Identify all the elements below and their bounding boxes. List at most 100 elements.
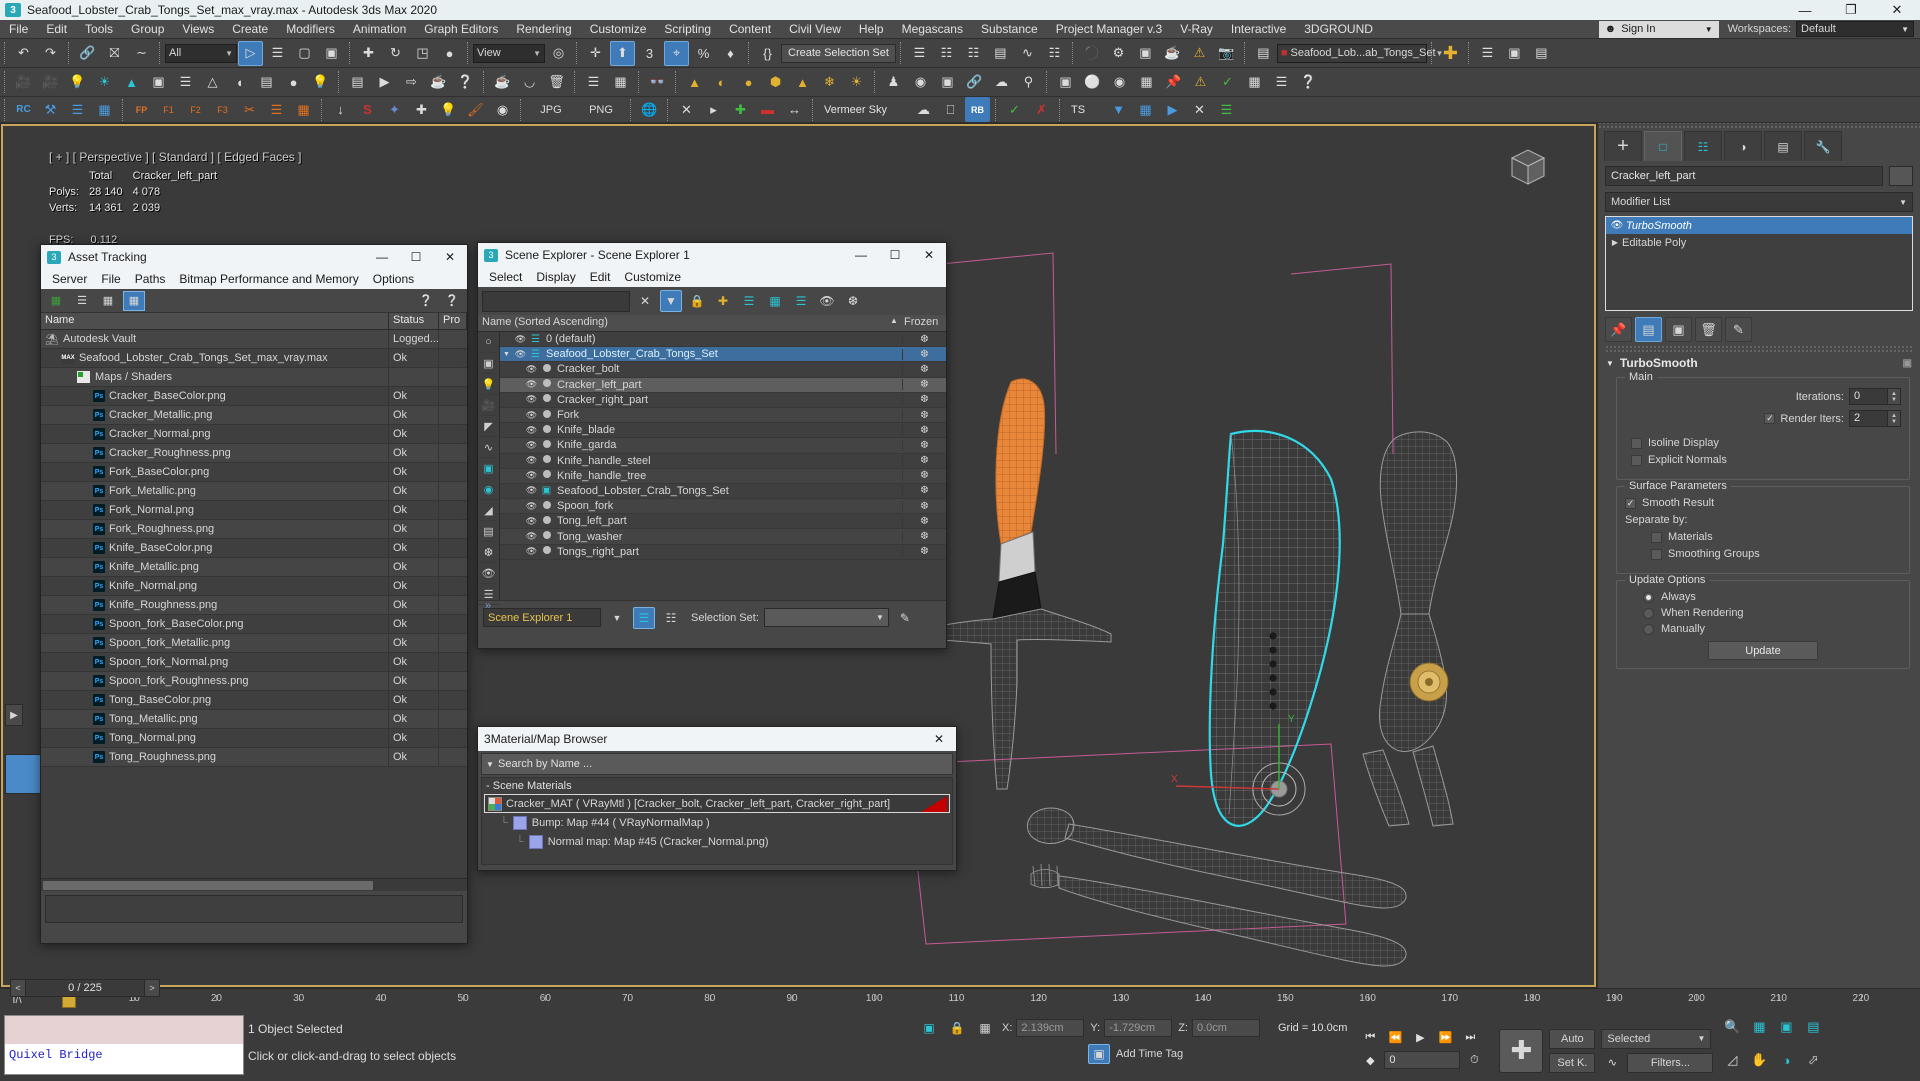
script-icon[interactable]: ▣: [1053, 70, 1078, 95]
rb-icon[interactable]: RB: [965, 97, 990, 122]
table-row[interactable]: Ps Fork_Normal.png Ok: [41, 500, 467, 520]
frozen-cell[interactable]: ❆: [902, 515, 946, 527]
update-option-manually[interactable]: Manually: [1625, 623, 1901, 635]
radio-icon[interactable]: [1643, 607, 1654, 619]
asset-name-cell[interactable]: Ps Cracker_Metallic.png: [41, 405, 389, 425]
material-row-cracker-mat[interactable]: Cracker_MAT ( VRayMtl ) [Cracker_bolt, C…: [484, 794, 950, 813]
table-row[interactable]: Ps Cracker_Roughness.png Ok: [41, 443, 467, 463]
pebble-icon[interactable]: ◉: [908, 70, 933, 95]
explicit-normals-checkbox[interactable]: [1631, 454, 1642, 466]
eye-icon[interactable]: 👁: [524, 440, 539, 451]
table-row[interactable]: Ps Spoon_fork_BaseColor.png Ok: [41, 614, 467, 634]
minimize-button[interactable]: —: [844, 243, 878, 267]
table-row[interactable]: Ps Knife_Normal.png Ok: [41, 576, 467, 596]
menu-rendering[interactable]: Rendering: [507, 20, 580, 39]
schematic-view-icon[interactable]: ☷: [1042, 41, 1067, 66]
vray-sphere-icon[interactable]: ●: [281, 70, 306, 95]
update-button[interactable]: Update: [1708, 641, 1818, 660]
spinner-arrows-icon[interactable]: ▲ ▼: [1887, 411, 1900, 426]
paint-icon[interactable]: 🖌: [463, 97, 488, 122]
sun-gold-icon[interactable]: ☀: [844, 70, 869, 95]
modify-tab[interactable]: □: [1644, 131, 1682, 161]
close-button[interactable]: ✕: [922, 727, 956, 751]
material-browser-tree[interactable]: - Scene Materials Cracker_MAT ( VRayMtl …: [481, 777, 953, 865]
edit-named-selection-sets-icon[interactable]: ♦: [718, 41, 743, 66]
asset-name-cell[interactable]: ⛱ Autodesk Vault: [41, 330, 389, 349]
workspaces-dropdown[interactable]: Default ▼: [1796, 21, 1914, 37]
list-item[interactable]: 👁 Tong_washer ❆: [500, 529, 946, 545]
hide-unhide-icon[interactable]: 👁: [816, 290, 838, 312]
asset-name-cell[interactable]: Ps Spoon_fork_BaseColor.png: [41, 614, 389, 634]
frozen-cell[interactable]: ❆: [902, 485, 946, 497]
rail-clone-icon[interactable]: ◐: [709, 70, 734, 95]
menu-megascans[interactable]: Megascans: [893, 20, 972, 39]
table-row[interactable]: Ps Knife_Metallic.png Ok: [41, 557, 467, 577]
containers-filter-icon[interactable]: ▤: [478, 521, 499, 542]
column-name[interactable]: Name: [41, 313, 389, 329]
check2-icon[interactable]: ✓: [1002, 97, 1027, 122]
bake-icon[interactable]: ▣: [935, 70, 960, 95]
modifier-list-dropdown[interactable]: Modifier List ▼: [1605, 192, 1913, 212]
field-of-view-icon[interactable]: ◿: [1719, 1049, 1745, 1071]
maximize-button[interactable]: ☐: [399, 245, 433, 269]
grid-blue-icon[interactable]: ▦: [92, 97, 117, 122]
go-to-end-icon[interactable]: ⏭: [1459, 1027, 1481, 1047]
scene-explorer-rows[interactable]: 👁 ☰ 0 (default) ❆ ▼ 👁 ☰ Seafood_Lobster_Crab_To…: [500, 332, 946, 600]
prev-frame-button[interactable]: <: [10, 979, 26, 997]
rendered-frame-window-icon[interactable]: ▣: [1133, 41, 1158, 66]
scrollbar-thumb[interactable]: [43, 881, 373, 890]
go-to-start-icon[interactable]: ⏮: [1359, 1027, 1381, 1047]
unwrap-icon[interactable]: ▦: [1134, 70, 1159, 95]
create-selection-set-field[interactable]: Create Selection Set: [781, 43, 896, 63]
render-iters-spinner[interactable]: 2 ▲ ▼: [1849, 410, 1901, 427]
filter-icon[interactable]: ▼: [660, 290, 682, 312]
column-frozen[interactable]: Frozen: [900, 315, 946, 331]
minus-red-icon[interactable]: ▬: [755, 97, 780, 122]
set-key-big-button[interactable]: ✚: [1499, 1028, 1544, 1073]
sign-in-button[interactable]: ☻ Sign In ▼: [1598, 20, 1719, 38]
table-row[interactable]: Ps Knife_BaseColor.png Ok: [41, 538, 467, 558]
material-row-bump-map[interactable]: └ Bump: Map #44 ( VRayNormalMap ): [482, 813, 952, 832]
explorer-name-dropdown[interactable]: Scene Explorer 1: [483, 608, 601, 627]
menu-file[interactable]: File: [0, 20, 37, 39]
frozen-cell[interactable]: ❆: [902, 500, 946, 512]
curve-editor-icon[interactable]: ∿: [1015, 41, 1040, 66]
grid-orange-icon[interactable]: ▦: [291, 97, 316, 122]
scene-materials-group[interactable]: - Scene Materials: [482, 778, 952, 794]
se-menu-select[interactable]: Select: [482, 270, 529, 284]
asset-name-cell[interactable]: Maps / Shaders: [41, 367, 389, 387]
scene-converter-icon[interactable]: ▤: [1251, 41, 1276, 66]
ts-grid-icon[interactable]: ▦: [1133, 97, 1158, 122]
download-icon[interactable]: ↓: [328, 97, 353, 122]
tree-gold-icon[interactable]: ▲: [790, 70, 815, 95]
menu-civil-view[interactable]: Civil View: [780, 20, 850, 39]
select-and-rotate-icon[interactable]: ↻: [383, 41, 408, 66]
bulb-yellow-icon[interactable]: 💡: [436, 97, 461, 122]
plus-white-icon[interactable]: ✚: [409, 97, 434, 122]
show-end-result-icon[interactable]: ▤: [1635, 317, 1662, 342]
at-menu-bitmap-performance[interactable]: Bitmap Performance and Memory: [172, 272, 365, 286]
asset-name-cell[interactable]: Ps Tong_Metallic.png: [41, 709, 389, 729]
column-status[interactable]: Status: [389, 313, 439, 329]
eye-icon[interactable]: 👁: [524, 410, 539, 421]
column-pro[interactable]: Pro: [439, 313, 467, 329]
tree-icon[interactable]: ▲: [119, 70, 144, 95]
menu-vray[interactable]: V-Ray: [1171, 20, 1222, 39]
frame-spinner-arrows-icon[interactable]: ◆: [1359, 1050, 1381, 1070]
dropdown-arrow-icon[interactable]: ▼: [606, 607, 628, 629]
select-and-move-icon[interactable]: ✚: [356, 41, 381, 66]
cameras-filter-icon[interactable]: 🎥: [478, 395, 499, 416]
expand-toggle-icon[interactable]: ▼: [500, 351, 513, 358]
column-name[interactable]: Name (Sorted Ascending): [478, 315, 886, 331]
table-row[interactable]: Ps Cracker_Metallic.png Ok: [41, 405, 467, 425]
collapse-icon[interactable]: -: [486, 780, 490, 792]
selection-filter-dropdown[interactable]: All ▼: [165, 43, 237, 63]
bones-filter-icon[interactable]: ◢: [478, 500, 499, 521]
sort-arrow-icon[interactable]: ▲: [886, 315, 900, 331]
menu-customize[interactable]: Customize: [581, 20, 656, 39]
use-pivot-point-center-icon[interactable]: ◎: [546, 41, 571, 66]
se-menu-display[interactable]: Display: [529, 270, 582, 284]
next-frame-button[interactable]: >: [144, 979, 160, 997]
table-row[interactable]: Ps Spoon_fork_Normal.png Ok: [41, 652, 467, 672]
list-item[interactable]: 👁 ☰ 0 (default) ❆: [500, 332, 946, 348]
